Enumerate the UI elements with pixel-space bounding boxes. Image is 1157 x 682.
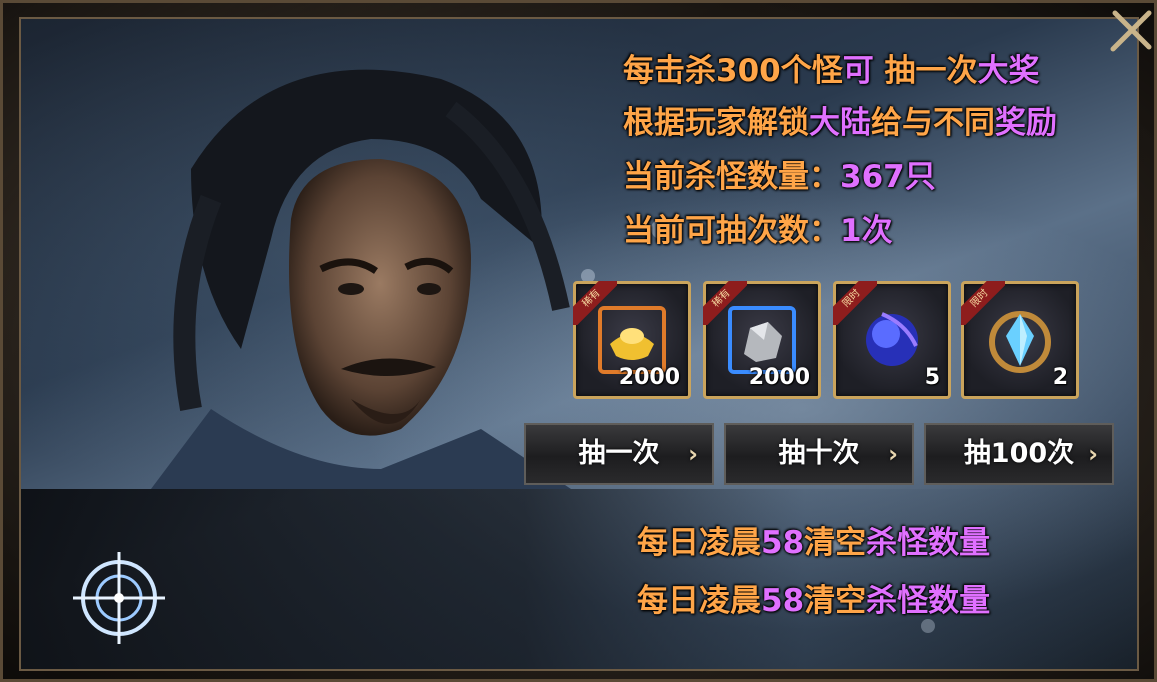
kill-count-label: 当前杀怪数量：: [623, 159, 840, 195]
rule-highlight: 大陆: [809, 105, 871, 141]
rule-highlight: 奖励: [995, 105, 1057, 141]
kill-count-value: 367只: [840, 159, 936, 195]
chevron-right-icon: ›: [888, 440, 898, 468]
rule-line-1: 每击杀300个怪可 抽一次大奖: [623, 45, 1040, 90]
draw-count-line: 当前可抽次数：1次: [623, 205, 893, 250]
rule-highlight: 大奖: [977, 53, 1040, 89]
limited-tag: 限时: [833, 281, 877, 325]
reward-count: 2: [1052, 365, 1068, 390]
rare-tag: 稀有: [703, 281, 747, 325]
rule-text: 每击杀300个怪: [623, 53, 843, 89]
button-label: 抽一次: [578, 438, 660, 469]
rule-line-2: 根据玩家解锁大陆给与不同奖励: [623, 97, 1057, 142]
reward-count: 2000: [748, 365, 810, 390]
note-highlight: 58: [761, 583, 805, 619]
note-text: 清空: [804, 583, 867, 619]
kill-count-line: 当前杀怪数量：367只: [623, 151, 936, 196]
dialog-frame: 每击杀300个怪可 抽一次大奖 根据玩家解锁大陆给与不同奖励 当前杀怪数量：36…: [0, 0, 1157, 682]
chevron-right-icon: ›: [688, 440, 698, 468]
note-highlight: 58: [761, 525, 805, 561]
note-highlight: 杀怪数量: [866, 583, 991, 619]
draw-count-label: 当前可抽次数：: [623, 213, 840, 249]
chevron-right-icon: ›: [1088, 440, 1098, 468]
note-highlight: 杀怪数量: [866, 525, 991, 561]
button-label: 抽100次: [963, 438, 1075, 469]
rare-tag: 稀有: [573, 281, 617, 325]
limited-tag: 限时: [961, 281, 1005, 325]
reward-item-orb[interactable]: 限时 5: [833, 281, 951, 399]
reward-count: 2000: [618, 365, 680, 390]
reward-item-gold[interactable]: 稀有 2000: [573, 281, 691, 399]
close-icon[interactable]: [1103, 3, 1157, 59]
reset-note-2: 每日凌晨58清空杀怪数量: [637, 575, 990, 620]
reward-item-ore[interactable]: 稀有 2000: [703, 281, 821, 399]
rule-text: 根据玩家解锁: [623, 105, 809, 141]
button-label: 抽十次: [778, 438, 860, 469]
note-text: 每日凌晨: [637, 525, 761, 561]
reward-item-crystal[interactable]: 限时 2: [961, 281, 1079, 399]
rule-highlight: 可: [842, 53, 874, 89]
rule-text: 抽一次: [884, 53, 978, 89]
draw-hundred-button[interactable]: 抽100次 ›: [924, 423, 1114, 485]
hero-portrait: [151, 69, 571, 489]
draw-count-value: 1次: [840, 213, 893, 249]
reset-note-1: 每日凌晨58清空杀怪数量: [637, 517, 990, 562]
event-panel: 每击杀300个怪可 抽一次大奖 根据玩家解锁大陆给与不同奖励 当前杀怪数量：36…: [19, 17, 1139, 671]
note-text: 清空: [804, 525, 867, 561]
rule-text: 给与不同: [871, 105, 995, 141]
reward-count: 5: [924, 365, 940, 390]
draw-once-button[interactable]: 抽一次 ›: [524, 423, 714, 485]
compass-emblem-icon: [73, 552, 165, 644]
draw-ten-button[interactable]: 抽十次 ›: [724, 423, 914, 485]
note-text: 每日凌晨: [637, 583, 761, 619]
